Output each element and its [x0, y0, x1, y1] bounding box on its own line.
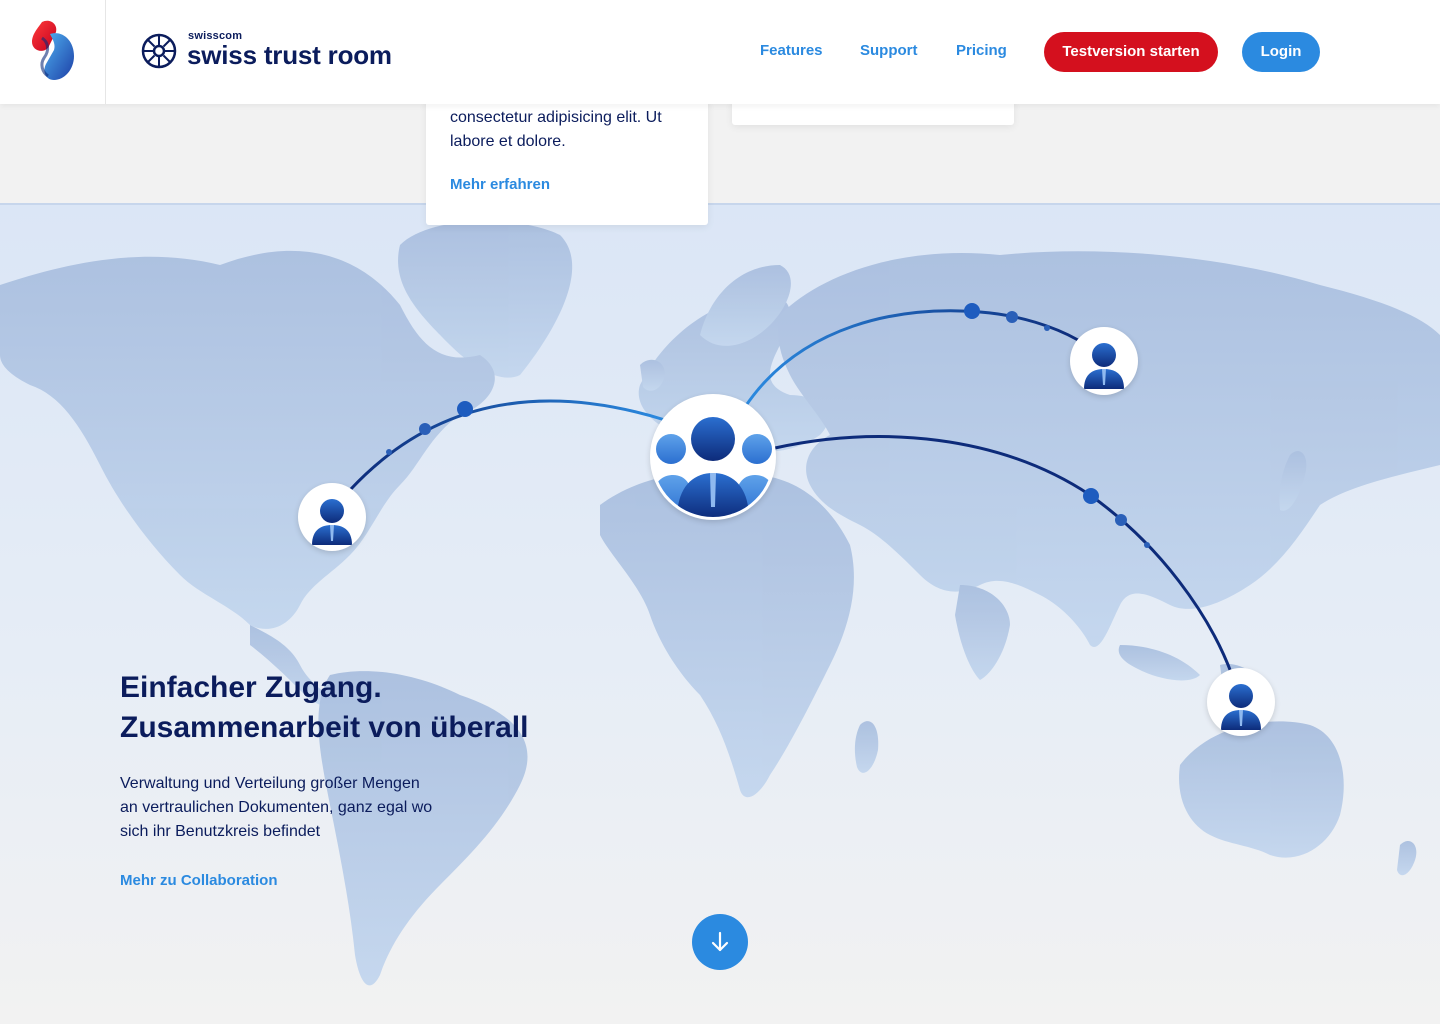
user-avatar-australia [1207, 668, 1275, 736]
headline-line-2: Zusammenarbeit von überall [120, 711, 529, 744]
feature-card-text: consectetur adipisicing elit. Ut labore … [450, 109, 662, 150]
nav-features[interactable]: Features [760, 42, 823, 59]
world-map [0, 221, 1440, 986]
login-button[interactable]: Login [1242, 32, 1320, 72]
collaboration-section: Einfacher Zugang. Zusammenarbeit von übe… [0, 203, 1440, 1024]
scroll-down-button[interactable] [692, 914, 748, 970]
site-header: swisscom swiss trust room Features Suppo… [0, 0, 1440, 104]
collaboration-headline: Einfacher Zugang. Zusammenarbeit von übe… [120, 668, 528, 748]
user-avatar-icon [1221, 684, 1261, 730]
collaboration-link[interactable]: Mehr zu Collaboration [120, 872, 278, 889]
headline-line-1: Einfacher Zugang. [120, 671, 382, 704]
nav-pricing[interactable]: Pricing [956, 42, 1007, 59]
user-avatar-icon [312, 499, 352, 545]
brand-product-name: swiss trust room [187, 40, 392, 70]
arrow-down-icon [711, 931, 729, 952]
user-group-icon [653, 417, 773, 517]
user-avatar-asia-north [1070, 327, 1138, 395]
collaboration-description: Verwaltung und Verteilung großer Mengen … [120, 775, 433, 840]
trust-room-logo-icon [141, 33, 177, 69]
learn-more-link[interactable]: Mehr erfahren [450, 176, 550, 193]
swisscom-logo[interactable] [0, 0, 106, 104]
nav-support[interactable]: Support [860, 42, 918, 59]
swisscom-logo-icon [32, 20, 74, 80]
brand-logo[interactable]: swisscom swiss trust room [140, 30, 400, 74]
user-group-avatar [650, 394, 776, 520]
user-avatar-icon [1084, 343, 1124, 389]
start-trial-button[interactable]: Testversion starten [1044, 32, 1218, 72]
user-avatar-americas [298, 483, 366, 551]
